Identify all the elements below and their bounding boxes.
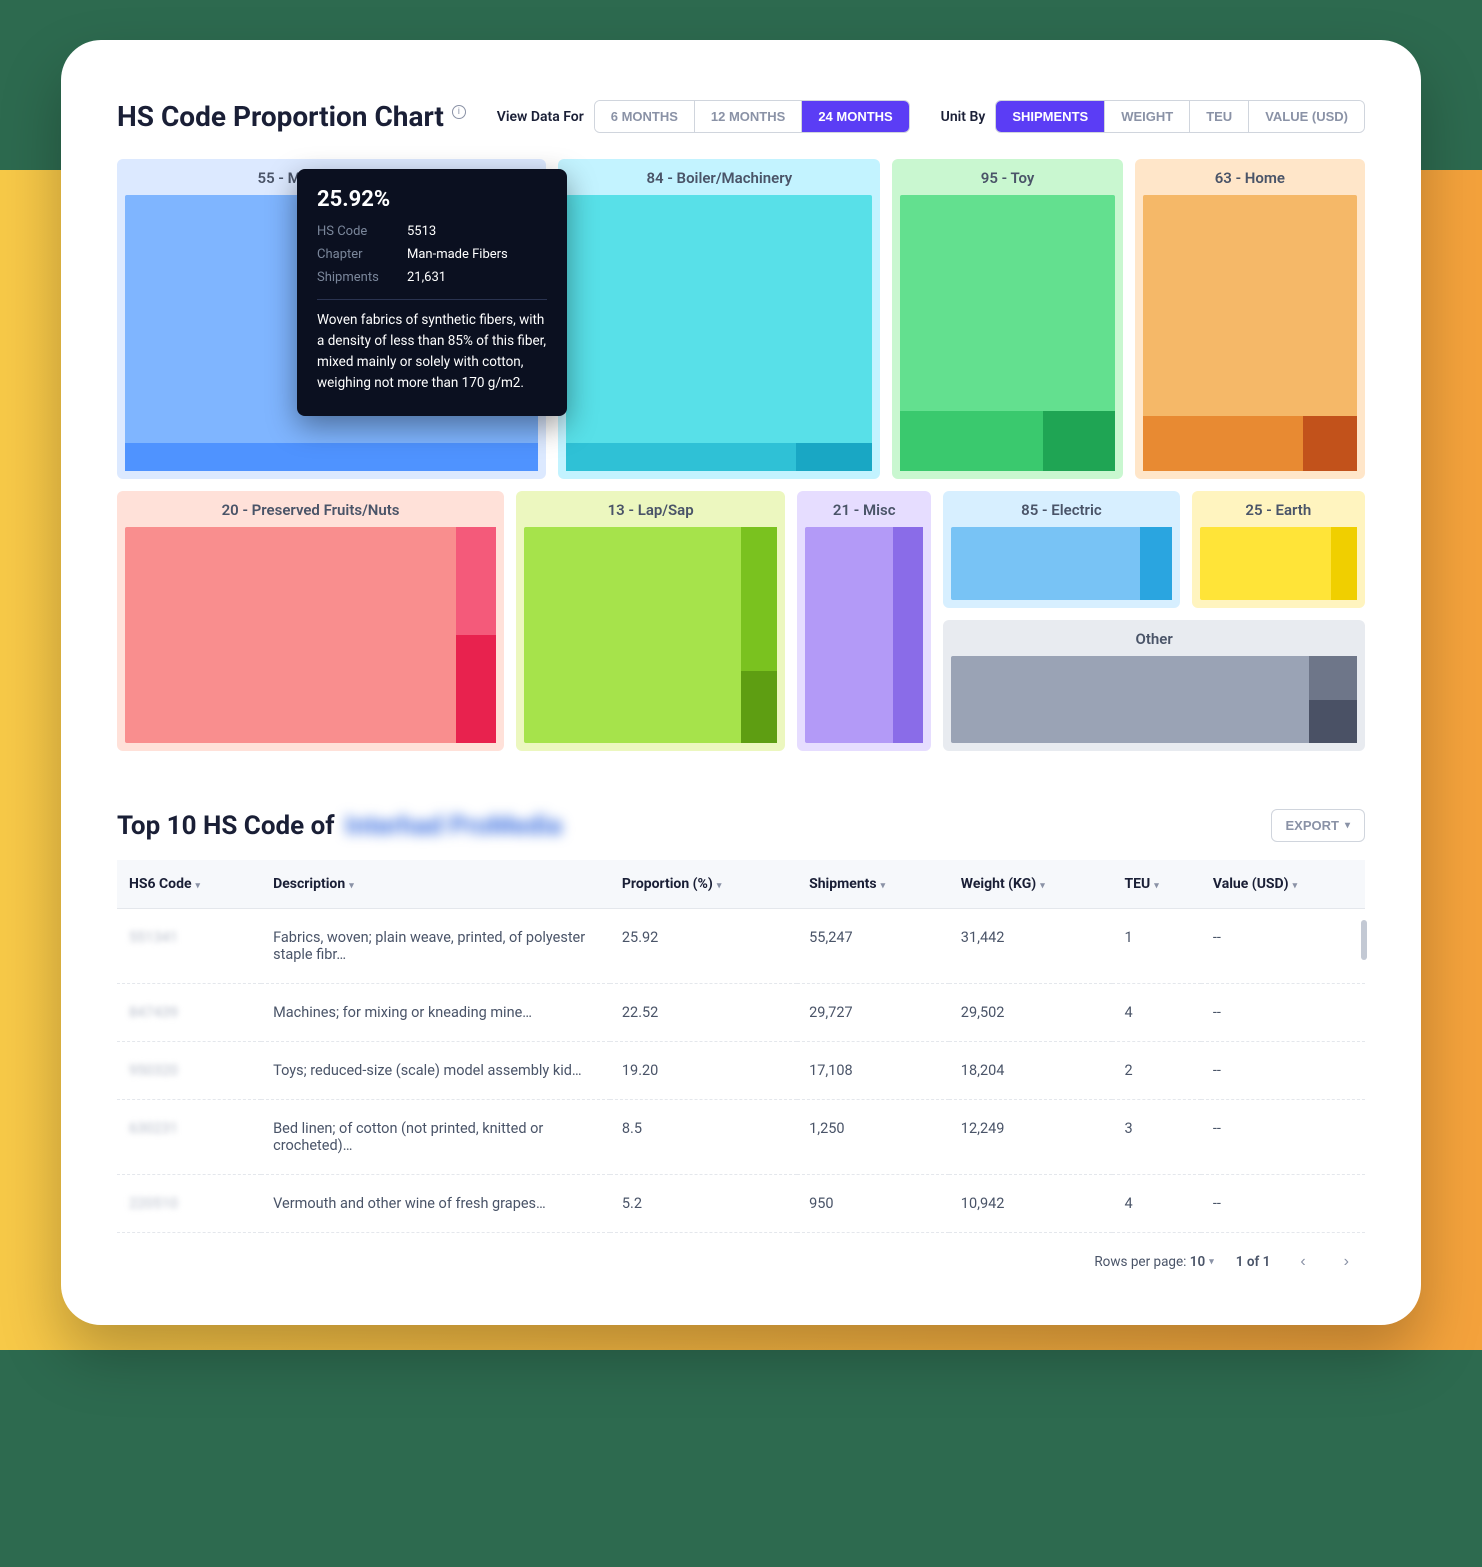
unit-shipments[interactable]: SHIPMENTS	[996, 101, 1104, 132]
cell-shipments: 17,108	[797, 1042, 949, 1100]
chevron-down-icon: ▾	[1209, 1257, 1214, 1267]
tooltip-description: Woven fabrics of synthetic fibers, with …	[317, 310, 547, 394]
cell-proportion: 8.5	[610, 1100, 797, 1175]
tile-25[interactable]: 25 - Earth	[1192, 491, 1365, 608]
unit-filter: Unit By SHIPMENTS WEIGHT TEU VALUE (USD)	[941, 100, 1365, 133]
cell-description: Machines; for mixing or kneading mine…	[261, 984, 610, 1042]
sort-icon: ▾	[881, 881, 886, 891]
prev-page-button[interactable]: ‹	[1292, 1249, 1313, 1275]
cell-code: 551341	[117, 909, 261, 984]
view-12-months[interactable]: 12 MONTHS	[694, 101, 801, 132]
cell-value: --	[1201, 909, 1365, 984]
tile-20[interactable]: 20 - Preserved Fruits/Nuts	[117, 491, 504, 751]
col-weight[interactable]: Weight (KG)▾	[949, 860, 1113, 909]
cell-code: 847439	[117, 984, 261, 1042]
table-row[interactable]: 847439Machines; for mixing or kneading m…	[117, 984, 1365, 1042]
view-segmented: 6 MONTHS 12 MONTHS 24 MONTHS	[594, 100, 910, 133]
treemap-chart: 25.92% HS Code5513 ChapterMan-made Fiber…	[117, 159, 1365, 751]
pagination: Rows per page: 10 ▾ 1 of 1 ‹ ›	[117, 1233, 1365, 1275]
sort-icon: ▾	[1040, 881, 1045, 891]
tile-21[interactable]: 21 - Misc	[797, 491, 931, 751]
sort-icon: ▾	[196, 881, 201, 891]
view-label: View Data For	[497, 109, 584, 125]
tile-85[interactable]: 85 - Electric	[943, 491, 1179, 608]
tile-13[interactable]: 13 - Lap/Sap	[516, 491, 785, 751]
cell-code: 220510	[117, 1175, 261, 1233]
cell-shipments: 55,247	[797, 909, 949, 984]
cell-teu: 4	[1112, 984, 1200, 1042]
next-page-button[interactable]: ›	[1336, 1249, 1357, 1275]
cell-shipments: 1,250	[797, 1100, 949, 1175]
cell-proportion: 22.52	[610, 984, 797, 1042]
treemap-tooltip: 25.92% HS Code5513 ChapterMan-made Fiber…	[297, 169, 567, 416]
col-value[interactable]: Value (USD)▾	[1201, 860, 1365, 909]
col-proportion[interactable]: Proportion (%)▾	[610, 860, 797, 909]
view-filter: View Data For 6 MONTHS 12 MONTHS 24 MONT…	[497, 100, 910, 133]
cell-description: Toys; reduced-size (scale) model assembl…	[261, 1042, 610, 1100]
table-row[interactable]: 220510Vermouth and other wine of fresh g…	[117, 1175, 1365, 1233]
table-subject-blurred: Interhad ProMedia	[345, 811, 562, 841]
tile-63[interactable]: 63 - Home	[1135, 159, 1365, 479]
table-section: Top 10 HS Code of Interhad ProMedia EXPO…	[117, 809, 1365, 1275]
cell-description: Fabrics, woven; plain weave, printed, of…	[261, 909, 610, 984]
cell-proportion: 5.2	[610, 1175, 797, 1233]
header-row: HS Code Proportion Chart i View Data For…	[117, 100, 1365, 133]
table-scrollbar-thumb[interactable]	[1361, 920, 1367, 960]
col-hs6[interactable]: HS6 Code▾	[117, 860, 261, 909]
cell-value: --	[1201, 1100, 1365, 1175]
cell-proportion: 25.92	[610, 909, 797, 984]
cell-weight: 31,442	[949, 909, 1113, 984]
hs-code-table: HS6 Code▾ Description▾ Proportion (%)▾ S…	[117, 860, 1365, 1233]
cell-value: --	[1201, 1042, 1365, 1100]
cell-weight: 29,502	[949, 984, 1113, 1042]
unit-segmented: SHIPMENTS WEIGHT TEU VALUE (USD)	[995, 100, 1365, 133]
sort-icon: ▾	[717, 881, 722, 891]
tooltip-percent: 25.92%	[317, 187, 547, 212]
tile-other[interactable]: Other	[943, 620, 1365, 751]
col-shipments[interactable]: Shipments▾	[797, 860, 949, 909]
cell-weight: 12,249	[949, 1100, 1113, 1175]
view-24-months[interactable]: 24 MONTHS	[801, 101, 908, 132]
dashboard-card: HS Code Proportion Chart i View Data For…	[61, 40, 1421, 1325]
page-title: HS Code Proportion Chart	[117, 100, 444, 133]
cell-shipments: 950	[797, 1175, 949, 1233]
rows-per-page-select[interactable]: 10 ▾	[1190, 1254, 1214, 1270]
unit-value[interactable]: VALUE (USD)	[1248, 101, 1364, 132]
table-row[interactable]: 630231Bed linen; of cotton (not printed,…	[117, 1100, 1365, 1175]
col-description[interactable]: Description▾	[261, 860, 610, 909]
table-title: Top 10 HS Code of Interhad ProMedia	[117, 811, 562, 841]
chevron-down-icon: ▾	[1345, 820, 1350, 831]
cell-teu: 2	[1112, 1042, 1200, 1100]
table-row[interactable]: 551341Fabrics, woven; plain weave, print…	[117, 909, 1365, 984]
view-6-months[interactable]: 6 MONTHS	[595, 101, 694, 132]
cell-description: Vermouth and other wine of fresh grapes…	[261, 1175, 610, 1233]
unit-weight[interactable]: WEIGHT	[1104, 101, 1189, 132]
unit-teu[interactable]: TEU	[1189, 101, 1248, 132]
unit-label: Unit By	[941, 109, 986, 125]
tile-95[interactable]: 95 - Toy	[892, 159, 1122, 479]
tile-84[interactable]: 84 - Boiler/Machinery	[558, 159, 880, 479]
cell-teu: 4	[1112, 1175, 1200, 1233]
info-icon[interactable]: i	[452, 105, 466, 119]
cell-code: 950320	[117, 1042, 261, 1100]
sort-icon: ▾	[1154, 881, 1159, 891]
cell-proportion: 19.20	[610, 1042, 797, 1100]
page-status: 1 of 1	[1236, 1254, 1271, 1270]
cell-weight: 10,942	[949, 1175, 1113, 1233]
cell-shipments: 29,727	[797, 984, 949, 1042]
export-button[interactable]: EXPORT ▾	[1271, 809, 1366, 842]
cell-teu: 3	[1112, 1100, 1200, 1175]
cell-code: 630231	[117, 1100, 261, 1175]
table-row[interactable]: 950320Toys; reduced-size (scale) model a…	[117, 1042, 1365, 1100]
col-teu[interactable]: TEU▾	[1112, 860, 1200, 909]
sort-icon: ▾	[1293, 881, 1298, 891]
cell-value: --	[1201, 984, 1365, 1042]
cell-value: --	[1201, 1175, 1365, 1233]
cell-description: Bed linen; of cotton (not printed, knitt…	[261, 1100, 610, 1175]
cell-teu: 1	[1112, 909, 1200, 984]
cell-weight: 18,204	[949, 1042, 1113, 1100]
sort-icon: ▾	[349, 881, 354, 891]
